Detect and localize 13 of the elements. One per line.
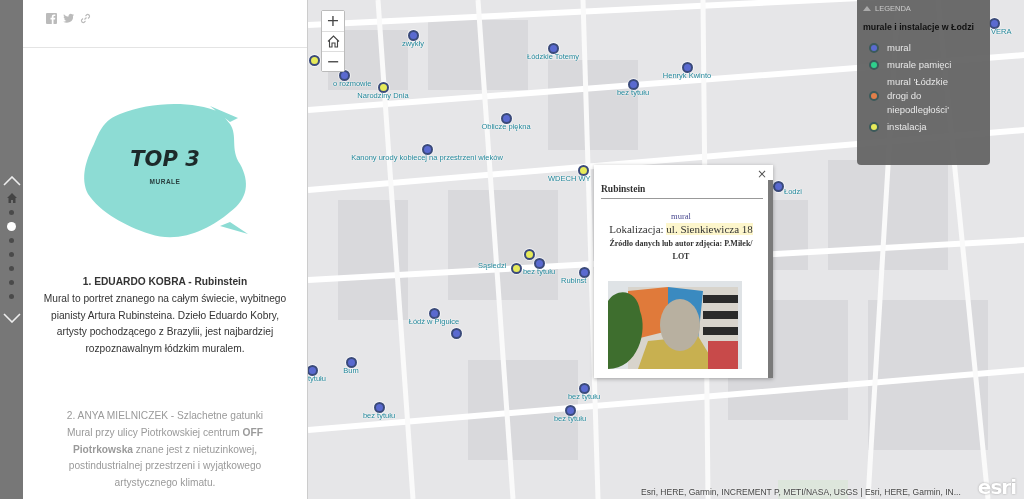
chevron-up-icon[interactable] — [2, 176, 21, 186]
section-heading: 1. EDUARDO KOBRA - Rubinstein — [81, 275, 249, 289]
section-text: Mural przy ulicy Piotrkowskiej centrum OFF Piotrkowska znane jest z nietuzinkowej, postindustrialnej przestrzeni i wyjątkowego artystycznego klimatu. — [66, 425, 264, 491]
navigation-dot[interactable] — [9, 265, 14, 271]
section-text: Mural to portret znanego na całym świecie, wybitnego pianisty Artura Rubinsteina. Dzieło Eduardo Kobry, artysty pochodzącego z Brazylii, jest najbardziej rozpoznawalnym łódzkim muralem. — [42, 291, 288, 357]
navigation-dot[interactable] — [9, 279, 14, 285]
navigation-dot[interactable] — [9, 293, 14, 299]
navigation-dot[interactable] — [7, 221, 16, 231]
navigation-dot[interactable] — [9, 251, 14, 257]
section-heading: 2. ANYA MIELNICZEK - Szlachetne gatunki — [65, 409, 265, 423]
chevron-down-icon[interactable] — [2, 313, 21, 323]
navigation-dot[interactable] — [9, 237, 14, 243]
navigation-dot[interactable] — [9, 209, 14, 215]
